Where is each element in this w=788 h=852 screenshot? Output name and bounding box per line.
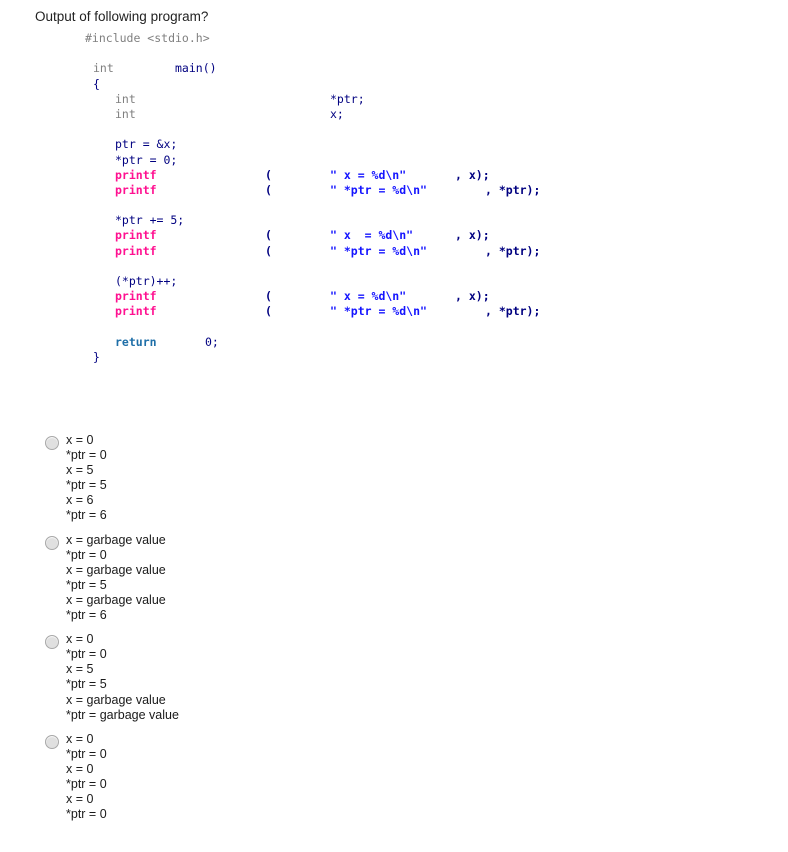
answer-option-1[interactable]: x = 0 *ptr = 0 x = 5 *ptr = 5 x = 6 *ptr…	[45, 433, 445, 524]
code-token-punct: (	[265, 289, 272, 304]
code-token-plain: {	[93, 76, 100, 91]
code-token-func: printf	[115, 228, 157, 243]
radio-button-icon[interactable]	[45, 635, 59, 650]
code-token-plain: (*ptr)++;	[115, 274, 178, 288]
code-token-plain: }	[93, 349, 100, 364]
code-token-string: " x = %d\n"	[330, 167, 407, 182]
code-token-plain: *ptr = 0;	[115, 152, 178, 167]
radio-button-icon[interactable]	[45, 535, 59, 550]
code-token-plain: *ptr += 5;	[115, 213, 185, 228]
code-token-plain: main()	[175, 61, 217, 76]
code-token-punct: (	[265, 167, 272, 182]
code-token-punct: (	[265, 243, 272, 258]
code-token-string: " x = %d\n"	[330, 289, 407, 304]
radio-button-icon[interactable]	[45, 436, 59, 450]
code-token-string: " x = %d\n"	[330, 228, 414, 243]
code-token-punct: (	[265, 304, 272, 319]
code-token-plain: x;	[330, 106, 344, 121]
code-token-keyword-gray: int	[115, 91, 136, 106]
page-title: Output of following program?	[35, 9, 209, 24]
code-token-func: printf	[115, 167, 157, 182]
code-token-func: printf	[115, 304, 157, 319]
code-token-punct: , x);	[455, 167, 490, 182]
code-token-func: printf	[115, 289, 157, 304]
answer-option-label[interactable]: x = garbage value *ptr = 0 x = garbage v…	[66, 533, 166, 624]
code-token-plain: ptr = &x;	[115, 137, 178, 152]
code-token-punct: , *ptr);	[485, 243, 541, 258]
code-token-punct: , *ptr);	[485, 182, 541, 197]
code-token-punct: , x);	[455, 289, 490, 304]
answer-option-4[interactable]: x = 0 *ptr = 0 x = 0 *ptr = 0 x = 0 *ptr…	[45, 732, 445, 823]
code-token-plain: *ptr;	[330, 91, 365, 106]
code-token-preproc: #include <stdio.h>	[85, 31, 210, 45]
answer-options-list: x = 0 *ptr = 0 x = 5 *ptr = 5 x = 6 *ptr…	[45, 433, 445, 831]
answer-option-label[interactable]: x = 0 *ptr = 0 x = 5 *ptr = 5 x = 6 *ptr…	[66, 433, 107, 524]
code-token-plain: 0;	[205, 334, 219, 349]
code-token-punct: , *ptr);	[485, 304, 541, 319]
code-token-string: " *ptr = %d\n"	[330, 182, 427, 197]
answer-option-2[interactable]: x = garbage value *ptr = 0 x = garbage v…	[45, 533, 445, 624]
code-token-return: return	[115, 334, 157, 349]
radio-button-icon[interactable]	[45, 734, 59, 749]
code-token-punct: , x);	[455, 228, 490, 243]
answer-option-label[interactable]: x = 0 *ptr = 0 x = 5 *ptr = 5 x = garbag…	[66, 632, 179, 723]
code-token-string: " *ptr = %d\n"	[330, 243, 427, 258]
code-token-punct: (	[265, 228, 272, 243]
answer-option-label[interactable]: x = 0 *ptr = 0 x = 0 *ptr = 0 x = 0 *ptr…	[66, 732, 107, 823]
answer-option-3[interactable]: x = 0 *ptr = 0 x = 5 *ptr = 5 x = garbag…	[45, 632, 445, 723]
code-token-keyword-gray: int	[93, 61, 114, 76]
code-token-func: printf	[115, 243, 157, 258]
code-token-punct: (	[265, 182, 272, 197]
code-token-string: " *ptr = %d\n"	[330, 304, 427, 319]
code-token-keyword-gray: int	[115, 106, 136, 121]
code-token-func: printf	[115, 182, 157, 197]
